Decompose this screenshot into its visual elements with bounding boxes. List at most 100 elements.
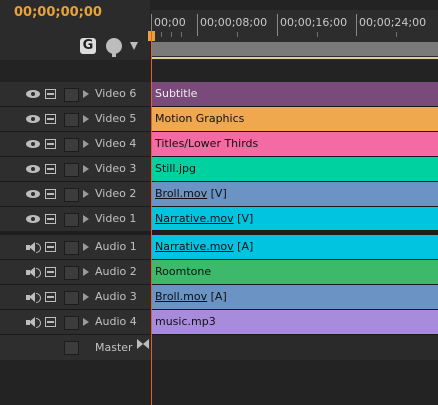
clip-broll-audio[interactable]: Broll.mov [A]	[152, 285, 438, 310]
clip-name: Broll.mov	[155, 187, 208, 200]
clip-music[interactable]: music.mp3	[152, 310, 438, 335]
eye-icon[interactable]	[26, 140, 40, 148]
sync-lock-icon[interactable]	[45, 89, 56, 99]
track-lock-toggle[interactable]	[64, 316, 79, 330]
ruler-minor-tick	[396, 32, 397, 37]
track-header-video-2[interactable]: Video 2	[0, 182, 151, 207]
timeline-settings-dropdown-icon[interactable]	[130, 42, 138, 50]
sync-lock-icon[interactable]	[45, 242, 56, 252]
speaker-icon[interactable]	[26, 317, 41, 328]
track-header-video-3[interactable]: Video 3	[0, 157, 151, 182]
speaker-icon[interactable]	[26, 292, 41, 303]
playhead-timecode[interactable]: 00;00;00;00	[14, 5, 102, 20]
track-lock-toggle[interactable]	[64, 241, 79, 255]
add-marker-icon[interactable]	[106, 38, 122, 57]
track-label: Master	[95, 341, 133, 354]
eye-icon[interactable]	[26, 165, 40, 173]
track-header-audio-4[interactable]: Audio 4	[0, 310, 151, 335]
ruler-tick	[277, 14, 278, 36]
work-area-bar[interactable]	[151, 42, 438, 56]
clip-name: Motion Graphics	[155, 112, 245, 125]
track-header-video-6[interactable]: Video 6	[0, 82, 151, 107]
track-lock-toggle[interactable]	[64, 113, 79, 127]
track-label: Video 2	[95, 187, 137, 200]
track-lock-toggle[interactable]	[64, 163, 79, 177]
track-lock-toggle[interactable]	[64, 188, 79, 202]
track-header-audio-3[interactable]: Audio 3	[0, 285, 151, 310]
expand-track-icon[interactable]	[83, 318, 89, 326]
sync-lock-icon[interactable]	[45, 267, 56, 277]
track-lock-toggle[interactable]	[64, 88, 79, 102]
sync-lock-icon[interactable]	[45, 292, 56, 302]
clip-roomtone[interactable]: Roomtone	[152, 260, 438, 285]
track-lock-toggle[interactable]	[64, 341, 79, 355]
clip-name: Still.jpg	[155, 162, 196, 175]
ruler-tick-label: 00;00	[154, 16, 186, 29]
sync-lock-icon[interactable]	[45, 114, 56, 124]
clip-narrative-audio[interactable]: Narrative.mov [A]	[152, 235, 438, 260]
sync-lock-icon[interactable]	[45, 317, 56, 327]
expand-track-icon[interactable]	[83, 115, 89, 123]
eye-icon[interactable]	[26, 190, 40, 198]
track-lock-toggle[interactable]	[64, 213, 79, 227]
clip-title-wrapper: Broll.mov [A]	[155, 290, 227, 303]
track-label: Video 5	[95, 112, 137, 125]
clip-still[interactable]: Still.jpg	[152, 157, 438, 182]
clip-suffix: [A]	[237, 240, 254, 253]
expand-track-icon[interactable]	[83, 268, 89, 276]
ruler-tick-label: 00;00;08;00	[200, 16, 268, 29]
clip-narrative-video[interactable]: Narrative.mov [V]	[152, 207, 438, 231]
playhead-line[interactable]	[151, 31, 152, 405]
track-header-master[interactable]: Master	[0, 335, 151, 361]
expand-track-icon[interactable]	[83, 140, 89, 148]
empty-track-area[interactable]	[0, 360, 438, 405]
clip-name: Narrative.mov	[155, 212, 234, 225]
track-header-audio-2[interactable]: Audio 2	[0, 260, 151, 285]
expand-track-icon[interactable]	[83, 293, 89, 301]
track-header-audio-1[interactable]: Audio 1	[0, 235, 151, 260]
eye-icon[interactable]	[26, 90, 40, 98]
ruler-minor-tick	[171, 32, 172, 37]
track-label: Audio 4	[95, 315, 137, 328]
sync-lock-icon[interactable]	[45, 189, 56, 199]
track-header-video-1[interactable]: Video 1	[0, 207, 151, 232]
track-label: Audio 2	[95, 265, 137, 278]
clip-name: Broll.mov	[155, 290, 208, 303]
expand-track-icon[interactable]	[83, 243, 89, 251]
clip-titles-lower-thirds[interactable]: Titles/Lower Thirds	[152, 132, 438, 157]
track-lock-toggle[interactable]	[64, 138, 79, 152]
track-label: Video 6	[95, 87, 137, 100]
track-label: Video 4	[95, 137, 137, 150]
clip-name: Subtitle	[155, 87, 198, 100]
eye-icon[interactable]	[26, 215, 40, 223]
expand-track-icon[interactable]	[83, 90, 89, 98]
eye-icon[interactable]	[26, 115, 40, 123]
speaker-icon[interactable]	[26, 267, 41, 278]
expand-track-icon[interactable]	[83, 215, 89, 223]
track-label: Video 3	[95, 162, 137, 175]
track-header-video-4[interactable]: Video 4	[0, 132, 151, 157]
track-header-video-5[interactable]: Video 5	[0, 107, 151, 132]
sync-lock-icon[interactable]	[45, 164, 56, 174]
clip-motion-graphics[interactable]: Motion Graphics	[152, 107, 438, 132]
expand-track-icon[interactable]	[83, 190, 89, 198]
master-track-area[interactable]	[152, 335, 438, 360]
sync-lock-icon[interactable]	[45, 214, 56, 224]
snap-button[interactable]: G	[80, 38, 96, 54]
ruler-minor-tick	[161, 32, 162, 37]
ruler-minor-tick	[181, 32, 182, 37]
clip-subtitle[interactable]: Subtitle	[152, 82, 438, 107]
track-lock-toggle[interactable]	[64, 291, 79, 305]
master-resize-icon[interactable]	[137, 339, 149, 349]
expand-track-icon[interactable]	[83, 165, 89, 173]
clip-name: Narrative.mov	[155, 240, 234, 253]
clip-broll-video[interactable]: Broll.mov [V]	[152, 182, 438, 207]
ruler-tick-label: 00;00;24;00	[359, 16, 427, 29]
track-label: Audio 3	[95, 290, 137, 303]
clip-suffix: [V]	[210, 187, 227, 200]
sync-lock-icon[interactable]	[45, 139, 56, 149]
speaker-icon[interactable]	[26, 242, 41, 253]
track-lock-toggle[interactable]	[64, 266, 79, 280]
clip-suffix: [A]	[210, 290, 227, 303]
clip-name: music.mp3	[155, 315, 216, 328]
